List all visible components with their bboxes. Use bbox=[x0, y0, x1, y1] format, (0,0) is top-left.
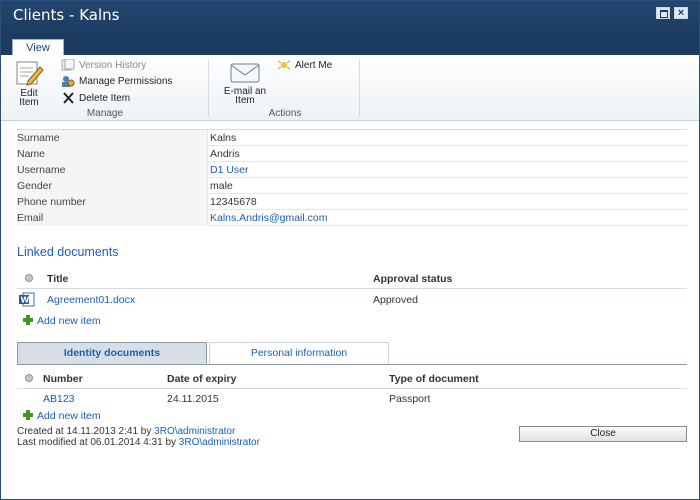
field-value: 12345678 bbox=[207, 194, 687, 210]
ribbon-separator bbox=[208, 59, 209, 117]
created-by-link[interactable]: 3RO\administrator bbox=[154, 426, 235, 437]
field-label: Gender bbox=[17, 180, 53, 192]
column-date-of-expiry[interactable]: Date of expiry bbox=[167, 373, 236, 385]
column-number[interactable]: Number bbox=[43, 373, 83, 385]
email-item-button[interactable]: E-mail an Item bbox=[215, 61, 275, 106]
delete-item-button[interactable]: Delete Item bbox=[61, 92, 130, 106]
close-button[interactable]: Close bbox=[519, 426, 687, 442]
document-number-link[interactable]: AB123 bbox=[43, 393, 75, 405]
word-document-icon: W bbox=[19, 292, 35, 307]
field-value: Andris bbox=[207, 146, 687, 162]
field-row-name: Name Andris bbox=[17, 146, 687, 162]
green-plus-icon bbox=[23, 315, 33, 325]
created-info: Created at 14.11.2013 2:41 by 3RO\admini… bbox=[17, 426, 235, 437]
maximize-icon[interactable] bbox=[656, 7, 670, 19]
manage-permissions-icon bbox=[62, 76, 75, 88]
version-history-button[interactable]: Version History bbox=[61, 59, 146, 73]
add-new-label: Add new item bbox=[37, 410, 101, 422]
approval-status-value: Approved bbox=[373, 294, 418, 306]
field-label: Surname bbox=[17, 132, 60, 144]
table-row: W Agreement01.docx Approved bbox=[17, 291, 687, 309]
field-row-email: Email Kalns.Andris@gmail.com bbox=[17, 210, 687, 226]
field-label: Email bbox=[17, 212, 44, 224]
field-row-gender: Gender male bbox=[17, 178, 687, 194]
attachment-pin-icon bbox=[25, 374, 33, 382]
field-label: Username bbox=[17, 164, 66, 176]
modified-info: Last modified at 06.01.2014 4:31 by 3RO\… bbox=[17, 437, 260, 448]
close-icon[interactable]: × bbox=[674, 7, 688, 19]
add-new-identity-document[interactable]: Add new item bbox=[23, 410, 101, 422]
field-row-surname: Surname Kalns bbox=[17, 130, 687, 146]
add-new-linked-document[interactable]: Add new item bbox=[23, 315, 101, 327]
alert-me-label: Alert Me bbox=[295, 60, 333, 71]
column-type-of-document[interactable]: Type of document bbox=[389, 373, 479, 385]
email-envelope-icon bbox=[230, 63, 260, 83]
edit-item-icon bbox=[16, 61, 44, 86]
edit-item-button[interactable]: Edit Item bbox=[9, 59, 49, 108]
green-plus-icon bbox=[23, 410, 33, 420]
tab-personal-information[interactable]: Personal information bbox=[209, 342, 389, 364]
modified-by-link[interactable]: 3RO\administrator bbox=[179, 437, 260, 448]
svg-text:W: W bbox=[21, 296, 30, 305]
document-tabs: Identity documents Personal information bbox=[17, 341, 687, 365]
title-bar: Clients - Kalns × bbox=[1, 1, 699, 35]
version-history-label: Version History bbox=[79, 60, 147, 71]
field-label: Phone number bbox=[17, 196, 86, 208]
add-new-label: Add new item bbox=[37, 315, 101, 327]
item-fields-table: Surname Kalns Name Andris Username D1 Us… bbox=[17, 129, 687, 226]
column-approval-status[interactable]: Approval status bbox=[373, 273, 452, 285]
email-item-label: E-mail an Item bbox=[223, 86, 267, 106]
created-text: Created at 14.11.2013 2:41 by bbox=[17, 426, 152, 437]
alert-me-icon bbox=[277, 60, 291, 70]
field-row-phone: Phone number 12345678 bbox=[17, 194, 687, 210]
ribbon-group-actions-label: Actions bbox=[268, 108, 302, 119]
expiry-date-value: 24.11.2015 bbox=[167, 393, 219, 405]
field-value: Kalns bbox=[207, 130, 687, 146]
field-row-username: Username D1 User bbox=[17, 162, 687, 178]
linked-documents-title: Linked documents bbox=[17, 245, 119, 259]
delete-item-label: Delete Item bbox=[79, 93, 131, 104]
ribbon: Edit Item Version History Manage Permiss… bbox=[1, 55, 699, 121]
ribbon-group-actions: E-mail an Item Alert Me Actions bbox=[211, 55, 359, 121]
linked-documents-header: Title Approval status bbox=[17, 269, 687, 289]
document-type-value: Passport bbox=[389, 393, 431, 405]
tab-identity-documents[interactable]: Identity documents bbox=[17, 342, 207, 364]
ribbon-group-manage-label: Manage bbox=[86, 108, 124, 119]
field-label: Name bbox=[17, 148, 46, 160]
dialog-window: Clients - Kalns × View Edit Item Version… bbox=[0, 0, 700, 500]
document-link[interactable]: Agreement01.docx bbox=[47, 294, 135, 306]
table-row: AB123 24.11.2015 Passport bbox=[17, 390, 687, 408]
edit-item-label: Edit Item bbox=[19, 88, 39, 108]
ribbon-tab-strip: View bbox=[1, 35, 699, 57]
identity-documents-header: Number Date of expiry Type of document bbox=[17, 369, 687, 389]
ribbon-group-manage: Edit Item Version History Manage Permiss… bbox=[5, 55, 205, 121]
email-link[interactable]: Kalns.Andris@gmail.com bbox=[207, 210, 687, 226]
version-history-icon bbox=[61, 59, 75, 71]
modified-text: Last modified at 06.01.2014 4:31 by bbox=[17, 437, 177, 448]
username-link[interactable]: D1 User bbox=[207, 162, 687, 178]
manage-permissions-button[interactable]: Manage Permissions bbox=[61, 75, 172, 89]
manage-permissions-label: Manage Permissions bbox=[79, 76, 173, 87]
field-value: male bbox=[207, 178, 687, 194]
attachment-pin-icon bbox=[25, 274, 33, 282]
window-title: Clients - Kalns bbox=[13, 6, 120, 24]
column-title[interactable]: Title bbox=[47, 273, 68, 285]
ribbon-separator bbox=[359, 59, 360, 117]
delete-x-icon bbox=[63, 92, 74, 105]
alert-me-button[interactable]: Alert Me bbox=[277, 59, 332, 73]
